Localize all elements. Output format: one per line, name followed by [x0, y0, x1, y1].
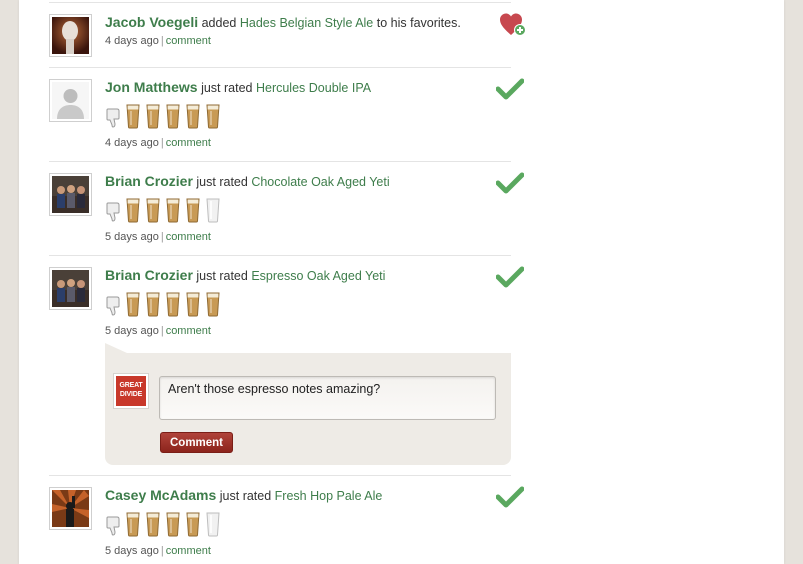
beer-glass-full-icon[interactable] [165, 197, 181, 223]
beer-glass-full-icon[interactable] [125, 511, 141, 537]
beer-glass-full-icon[interactable] [205, 103, 221, 129]
meta-separator: | [160, 545, 164, 557]
user-link[interactable]: Jacob Voegeli [105, 14, 198, 30]
action-text: just rated [196, 175, 248, 189]
timestamp: 4 days ago [105, 137, 159, 149]
activity-line: Jon Matthews just rated Hercules Double … [105, 79, 371, 95]
activity-line: Brian Crozier just rated Chocolate Oak A… [105, 173, 390, 189]
avatar-jacob-voegeli[interactable] [49, 14, 92, 57]
beer-rating [105, 103, 221, 129]
comment-link[interactable]: comment [166, 35, 211, 47]
beer-link[interactable]: Hades Belgian Style Ale [240, 16, 373, 30]
beer-glass-full-icon[interactable] [185, 197, 201, 223]
checkmark-icon [496, 77, 524, 101]
divider [49, 475, 511, 476]
comment-button[interactable]: Comment [160, 432, 233, 453]
action-text: just rated [201, 81, 253, 95]
brewery-logo: GREAT DIVIDE [116, 376, 146, 406]
divider [49, 2, 511, 3]
beer-glass-full-icon[interactable] [165, 291, 181, 317]
beer-glass-full-icon[interactable] [205, 291, 221, 317]
timestamp: 5 days ago [105, 231, 159, 243]
beer-link[interactable]: Espresso Oak Aged Yeti [251, 269, 385, 283]
divider [49, 161, 511, 162]
activity-line: Casey McAdams just rated Fresh Hop Pale … [105, 487, 382, 503]
action-text: just rated [219, 489, 272, 503]
user-link[interactable]: Brian Crozier [105, 173, 193, 189]
action-text: just rated [196, 269, 248, 283]
meta-separator: | [160, 231, 164, 243]
timestamp: 5 days ago [105, 545, 159, 557]
beer-rating [105, 511, 221, 537]
avatar-brian-crozier[interactable] [49, 173, 92, 216]
action-text: added [201, 16, 237, 30]
activity-meta: 5 days ago | comment [105, 325, 211, 337]
avatar-jon-matthews[interactable] [49, 79, 92, 122]
heart-plus-icon[interactable] [499, 11, 527, 39]
comment-link[interactable]: comment [166, 231, 211, 243]
commenter-avatar: GREAT DIVIDE [113, 373, 149, 409]
divider [49, 255, 511, 256]
beer-glass-full-icon[interactable] [165, 511, 181, 537]
timestamp: 5 days ago [105, 325, 159, 337]
comment-form: GREAT DIVIDE Aren't those espresso notes… [105, 343, 511, 465]
beer-glass-full-icon[interactable] [125, 197, 141, 223]
thumbs-down-icon[interactable] [105, 107, 121, 129]
checkmark-icon [496, 265, 524, 289]
user-link[interactable]: Casey McAdams [105, 487, 216, 503]
timestamp: 4 days ago [105, 35, 159, 47]
user-link[interactable]: Jon Matthews [105, 79, 198, 95]
page-panel: Jacob Voegeli added Hades Belgian Style … [19, 0, 784, 564]
activity-meta: 4 days ago | comment [105, 35, 211, 47]
beer-glass-empty-icon[interactable] [205, 197, 221, 223]
beer-glass-full-icon[interactable] [165, 103, 181, 129]
beer-glass-full-icon[interactable] [125, 291, 141, 317]
divider [49, 67, 511, 68]
activity-line: Jacob Voegeli added Hades Belgian Style … [105, 14, 461, 30]
comment-link[interactable]: comment [166, 545, 211, 557]
activity-meta: 5 days ago | comment [105, 545, 211, 557]
checkmark-icon [496, 171, 524, 195]
comment-input[interactable]: Aren't those espresso notes amazing? [159, 376, 496, 420]
beer-glass-full-icon[interactable] [145, 291, 161, 317]
checkmark-icon [496, 485, 524, 509]
beer-glass-full-icon[interactable] [145, 103, 161, 129]
beer-glass-full-icon[interactable] [145, 511, 161, 537]
avatar-casey-mcadams[interactable] [49, 487, 92, 530]
beer-glass-full-icon[interactable] [125, 103, 141, 129]
activity-meta: 5 days ago | comment [105, 231, 211, 243]
activity-meta: 4 days ago | comment [105, 137, 211, 149]
thumbs-down-icon[interactable] [105, 201, 121, 223]
activity-line: Brian Crozier just rated Espresso Oak Ag… [105, 267, 385, 283]
thumbs-down-icon[interactable] [105, 295, 121, 317]
beer-link[interactable]: Hercules Double IPA [256, 81, 371, 95]
meta-separator: | [160, 325, 164, 337]
beer-glass-empty-icon[interactable] [205, 511, 221, 537]
beer-glass-full-icon[interactable] [185, 291, 201, 317]
comment-link[interactable]: comment [166, 137, 211, 149]
meta-separator: | [160, 137, 164, 149]
beer-glass-full-icon[interactable] [185, 511, 201, 537]
comment-link[interactable]: comment [166, 325, 211, 337]
beer-glass-full-icon[interactable] [145, 197, 161, 223]
beer-link[interactable]: Fresh Hop Pale Ale [275, 489, 383, 503]
beer-rating [105, 197, 221, 223]
user-link[interactable]: Brian Crozier [105, 267, 193, 283]
suffix-text: to his favorites. [376, 16, 461, 30]
avatar-brian-crozier[interactable] [49, 267, 92, 310]
beer-rating [105, 291, 221, 317]
thumbs-down-icon[interactable] [105, 515, 121, 537]
meta-separator: | [160, 35, 164, 47]
beer-link[interactable]: Chocolate Oak Aged Yeti [251, 175, 389, 189]
beer-glass-full-icon[interactable] [185, 103, 201, 129]
comment-form-pointer [105, 343, 127, 353]
